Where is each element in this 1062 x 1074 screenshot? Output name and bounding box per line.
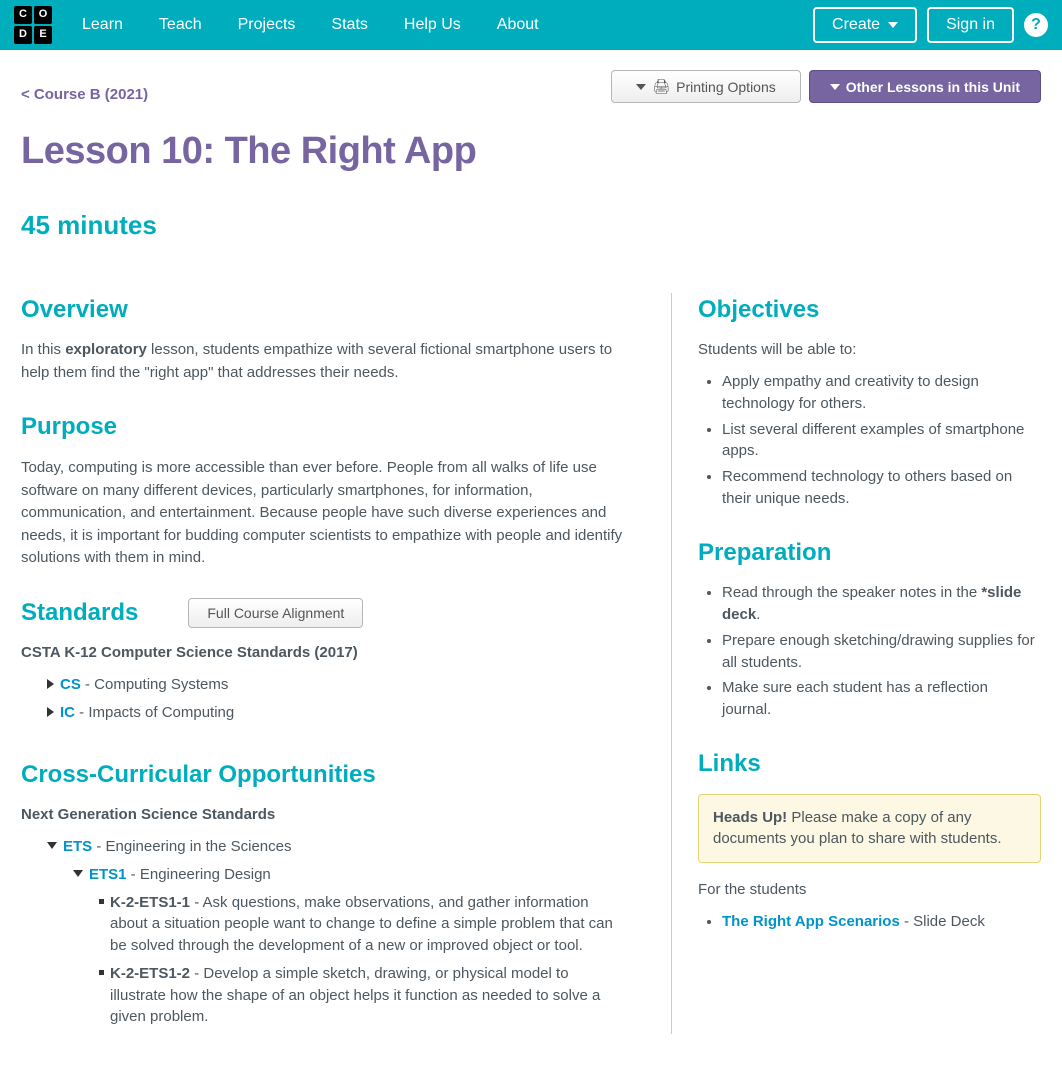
link-suffix: - Slide Deck: [900, 913, 985, 930]
ic-name: - Impacts of Computing: [75, 704, 234, 721]
standards-tree: CS - Computing Systems IC - Impacts of C…: [21, 674, 623, 724]
prep-item: Read through the speaker notes in the *s…: [722, 582, 1041, 626]
heads-up-label: Heads Up!: [713, 809, 787, 826]
ets-name: - Engineering in the Sciences: [92, 838, 291, 855]
printing-options-button[interactable]: Printing Options: [611, 70, 800, 103]
prep-pre: Read through the speaker notes in the: [722, 584, 981, 601]
standards-heading: Standards: [21, 596, 138, 631]
overview-text: In this exploratory lesson, students emp…: [21, 339, 623, 384]
objectives-intro: Students will be able to:: [698, 339, 1041, 361]
signin-label: Sign in: [946, 16, 995, 34]
logo-o: O: [34, 6, 52, 24]
objective-item: Apply empathy and creativity to design t…: [722, 371, 1041, 415]
create-label: Create: [832, 16, 880, 34]
printing-label: Printing Options: [676, 79, 776, 95]
prep-post: .: [756, 606, 760, 623]
nav-projects[interactable]: Projects: [238, 13, 296, 36]
objectives-list: Apply empathy and creativity to design t…: [698, 371, 1041, 510]
overview-pre: In this: [21, 341, 65, 358]
cross-tree: ETS - Engineering in the Sciences ETS1 -…: [21, 836, 623, 1028]
caret-down-icon: [830, 84, 840, 90]
logo-d: D: [14, 26, 32, 44]
left-column: Overview In this exploratory lesson, stu…: [21, 293, 631, 1035]
link-right-app-scenarios[interactable]: The Right App Scenarios: [722, 913, 900, 930]
site-header: C O D E Learn Teach Projects Stats Help …: [0, 0, 1062, 50]
print-icon: [652, 78, 670, 95]
caret-down-icon: [888, 22, 898, 28]
standard-cs[interactable]: CS - Computing Systems: [21, 674, 623, 696]
bullet-icon: [99, 899, 104, 904]
ic-code: IC: [60, 704, 75, 721]
page-content: < Course B (2021) Printing Options Other…: [21, 50, 1041, 1074]
prep-item: Prepare enough sketching/drawing supplie…: [722, 630, 1041, 674]
signin-button[interactable]: Sign in: [927, 7, 1014, 43]
nav-learn[interactable]: Learn: [82, 13, 123, 36]
nav-help-us[interactable]: Help Us: [404, 13, 461, 36]
ets-code: ETS: [63, 838, 92, 855]
help-icon[interactable]: ?: [1024, 13, 1048, 37]
objectives-heading: Objectives: [698, 293, 1041, 328]
collapse-icon: [73, 870, 83, 877]
objective-item: Recommend technology to others based on …: [722, 466, 1041, 510]
breadcrumb[interactable]: < Course B (2021): [21, 70, 148, 106]
collapse-icon: [47, 842, 57, 849]
ets-row[interactable]: ETS - Engineering in the Sciences: [21, 836, 623, 858]
cs-name: - Computing Systems: [81, 676, 229, 693]
caret-down-icon: [636, 84, 646, 90]
logo-e: E: [34, 26, 52, 44]
header-right: Create Sign in ?: [813, 7, 1048, 43]
cross-heading: Cross-Curricular Opportunities: [21, 758, 623, 793]
main-nav: Learn Teach Projects Stats Help Us About: [82, 13, 813, 36]
preparation-heading: Preparation: [698, 536, 1041, 571]
objective-item: List several different examples of smart…: [722, 419, 1041, 463]
duration: 45 minutes: [21, 207, 1041, 245]
expand-icon: [47, 707, 54, 717]
ets1-code: ETS1: [89, 866, 127, 883]
page-title: Lesson 10: The Right App: [21, 124, 1041, 179]
top-buttons: Printing Options Other Lessons in this U…: [611, 70, 1041, 103]
ets1-row[interactable]: ETS1 - Engineering Design: [21, 864, 623, 886]
prep-item: Make sure each student has a reflection …: [722, 677, 1041, 721]
logo[interactable]: C O D E: [14, 6, 52, 44]
preparation-list: Read through the speaker notes in the *s…: [698, 582, 1041, 721]
ngss-subheading: Next Generation Science Standards: [21, 804, 623, 826]
standards-row: Standards Full Course Alignment: [21, 596, 623, 631]
ets1-1-code: K-2-ETS1-1: [110, 894, 190, 911]
cs-code: CS: [60, 676, 81, 693]
ets1-2-code: K-2-ETS1-2: [110, 965, 190, 982]
create-button[interactable]: Create: [813, 7, 917, 43]
links-heading: Links: [698, 747, 1041, 782]
nav-stats[interactable]: Stats: [331, 13, 367, 36]
links-list: The Right App Scenarios - Slide Deck: [698, 911, 1041, 933]
nav-teach[interactable]: Teach: [159, 13, 202, 36]
standard-ic[interactable]: IC - Impacts of Computing: [21, 702, 623, 724]
right-column: Objectives Students will be able to: App…: [671, 293, 1041, 1035]
bullet-icon: [99, 970, 104, 975]
for-students-label: For the students: [698, 879, 1041, 901]
ets1-1-row: K-2-ETS1-1 - Ask questions, make observa…: [21, 892, 623, 957]
heads-up-box: Heads Up! Please make a copy of any docu…: [698, 794, 1041, 864]
overview-heading: Overview: [21, 293, 623, 328]
csta-subheading: CSTA K-12 Computer Science Standards (20…: [21, 642, 623, 664]
expand-icon: [47, 679, 54, 689]
ets1-2-row: K-2-ETS1-2 - Develop a simple sketch, dr…: [21, 963, 623, 1028]
link-item: The Right App Scenarios - Slide Deck: [722, 911, 1041, 933]
other-lessons-label: Other Lessons in this Unit: [846, 79, 1020, 95]
overview-bold: exploratory: [65, 341, 147, 358]
nav-about[interactable]: About: [497, 13, 539, 36]
logo-c: C: [14, 6, 32, 24]
ets1-name: - Engineering Design: [127, 866, 271, 883]
columns: Overview In this exploratory lesson, stu…: [21, 293, 1041, 1035]
other-lessons-button[interactable]: Other Lessons in this Unit: [809, 70, 1041, 103]
full-course-alignment-button[interactable]: Full Course Alignment: [188, 598, 363, 628]
purpose-heading: Purpose: [21, 410, 623, 445]
top-row: < Course B (2021) Printing Options Other…: [21, 70, 1041, 106]
purpose-text: Today, computing is more accessible than…: [21, 457, 623, 570]
